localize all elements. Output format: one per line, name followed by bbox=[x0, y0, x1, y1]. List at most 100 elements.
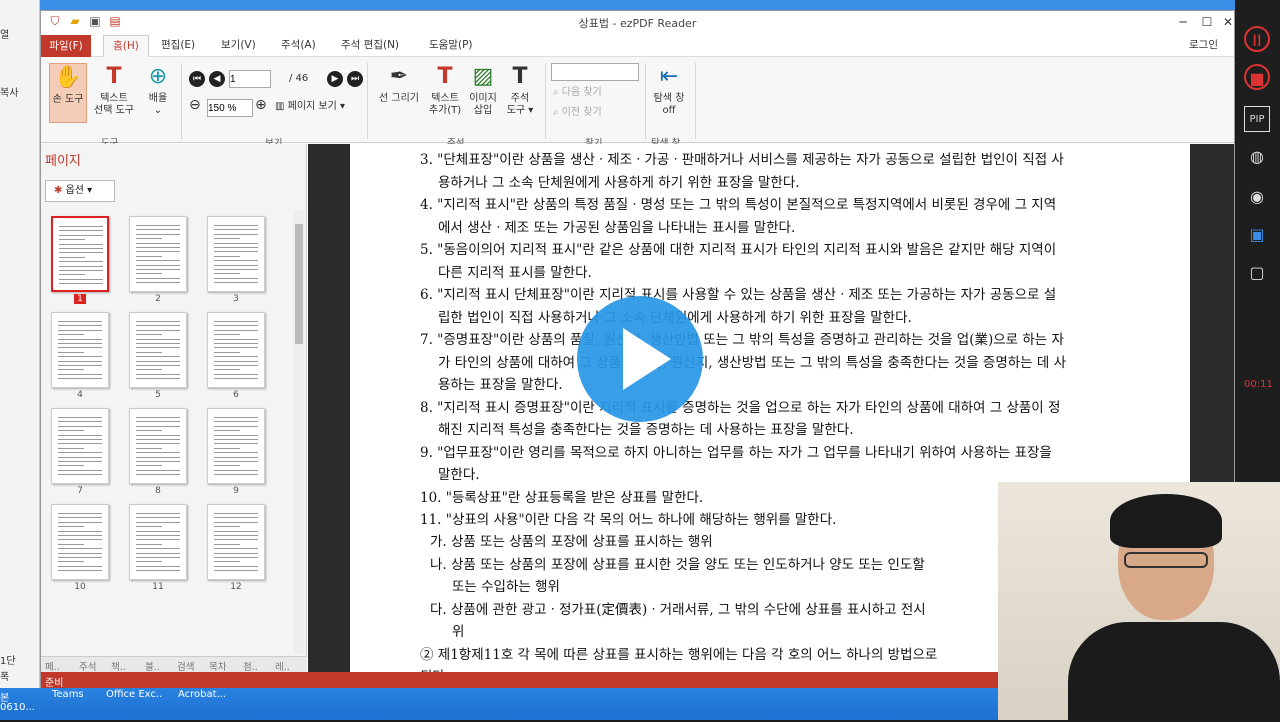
hand-icon: ✋ bbox=[54, 65, 82, 90]
drop-icon[interactable]: ◍ bbox=[1244, 144, 1270, 170]
last-page-icon[interactable]: ⏭ bbox=[347, 71, 363, 87]
tab-blocks[interactable]: 블.. bbox=[145, 659, 160, 673]
page-thumbnail[interactable] bbox=[129, 216, 187, 292]
ribbon: ✋ 손 도구 T 텍스트 선택 도구 ⊕ 배율⌄ 도구 ⏮ ◀ / 46 ▶ ⏭… bbox=[41, 57, 1234, 149]
document-text-line: 용하거나 그 소속 단체원에게 사용하게 하기 위한 표장을 말한다. bbox=[438, 175, 800, 191]
page-thumbnail-number: 5 bbox=[155, 390, 161, 400]
text-add-button[interactable]: T 텍스트 추가(T) bbox=[425, 63, 465, 117]
hand-tool-button[interactable]: ✋ 손 도구 bbox=[49, 63, 87, 123]
gear-icon: ✱ bbox=[54, 185, 63, 196]
pause-icon[interactable]: II bbox=[1244, 26, 1270, 52]
annot-tool-button[interactable]: T 주석 도구 ▾ bbox=[503, 63, 537, 117]
document-text-line: 7. "증명표장"이란 상품의 품질, 원산지, 생산방법 또는 그 밖의 특성… bbox=[420, 332, 1064, 348]
next-page-icon[interactable]: ▶ bbox=[327, 71, 343, 87]
nav-pane-off-button[interactable]: ⇤ 탐색 창 off bbox=[649, 63, 689, 117]
page-thumbnail[interactable] bbox=[129, 504, 187, 580]
tab-edit[interactable]: 편집(E) bbox=[161, 37, 195, 52]
page-thumbnail[interactable] bbox=[207, 216, 265, 292]
tab-annotation-edit[interactable]: 주석 편집(N) bbox=[341, 37, 399, 52]
eye-icon[interactable]: ◉ bbox=[1244, 184, 1270, 210]
page-thumbnail[interactable] bbox=[51, 312, 109, 388]
tab-home[interactable]: 홈(H) bbox=[103, 35, 149, 57]
page-thumbnail-number: 7 bbox=[77, 486, 83, 496]
page-number-input[interactable] bbox=[229, 70, 271, 88]
tab-view[interactable]: 보기(V) bbox=[221, 37, 256, 52]
image-insert-button[interactable]: ▨ 이미지 삽입 bbox=[467, 63, 499, 117]
page-thumbnail-number: 1 bbox=[74, 294, 86, 304]
page-thumbnail-number: 9 bbox=[233, 486, 239, 496]
document-text-line: 위 bbox=[452, 624, 465, 640]
tab-annotations[interactable]: 주석 bbox=[79, 659, 96, 673]
tab-toc[interactable]: 목차 bbox=[209, 659, 226, 673]
document-text-line: 다른 지리적 표시를 말한다. bbox=[438, 265, 592, 281]
window-title: 상표법 - ezPDF Reader bbox=[578, 17, 697, 30]
search-input[interactable] bbox=[551, 63, 639, 81]
page-thumbnail[interactable] bbox=[51, 504, 109, 580]
page-thumbnail[interactable] bbox=[129, 312, 187, 388]
thumbnail-list: 1 2 3 4 5 6 7 8 9 10 11 12 bbox=[41, 210, 291, 654]
tab-help[interactable]: 도움말(P) bbox=[429, 37, 473, 52]
stop-icon[interactable]: ■ bbox=[1244, 64, 1270, 90]
tab-annotation[interactable]: 주석(A) bbox=[281, 37, 316, 52]
page-thumbnail-number: 10 bbox=[74, 582, 86, 592]
page-thumbnail-number: 3 bbox=[233, 294, 239, 304]
webcam-overlay bbox=[998, 482, 1280, 722]
bg-text: 복사 bbox=[0, 88, 19, 99]
options-dropdown[interactable]: ✱ 옵션 ▾ bbox=[45, 180, 115, 202]
bg-text: 폭 bbox=[0, 672, 10, 683]
document-text-line: 4. "지리적 표시"란 상품의 특정 품질ㆍ명성 또는 그 밖의 특성이 본질… bbox=[420, 197, 1057, 213]
background-bar bbox=[40, 0, 1235, 10]
page-thumbnail[interactable] bbox=[51, 216, 109, 292]
zoom-value-input[interactable] bbox=[207, 99, 253, 117]
document-text-line: 5. "동음이의어 지리적 표시"란 같은 상품에 대한 지리적 표시가 타인의… bbox=[420, 242, 1057, 258]
zoom-button[interactable]: ⊕ 배율 ⌄ bbox=[141, 63, 175, 117]
tab-search[interactable]: 검색 bbox=[177, 659, 194, 673]
page-thumbnail-number: 8 bbox=[155, 486, 161, 496]
zoom-in-icon: ⊕ bbox=[148, 64, 168, 89]
text-select-button[interactable]: T 텍스트 선택 도구 bbox=[91, 63, 137, 117]
find-next-button[interactable]: ⌕ 다음 찾기 bbox=[553, 87, 602, 99]
page-thumbnail[interactable] bbox=[207, 504, 265, 580]
webcam-icon[interactable]: ▢ bbox=[1244, 260, 1270, 286]
page-thumbnail[interactable] bbox=[207, 312, 265, 388]
page-view-button[interactable]: ▥ 페이지 보기 ▾ bbox=[275, 101, 345, 113]
taskbar-item-excel[interactable]: Office Exc.. bbox=[106, 689, 162, 700]
taskbar-item-acrobat[interactable]: Acrobat... bbox=[178, 689, 226, 700]
bg-text: 1단 bbox=[0, 656, 16, 667]
page-thumbnail-number: 12 bbox=[230, 582, 242, 592]
document-text-line: 말한다. bbox=[438, 467, 480, 483]
title-bar: ⛉ ▰ ▣ ▤ 상표법 - ezPDF Reader ─ ☐ ✕ bbox=[41, 11, 1234, 33]
minimize-button[interactable]: ─ bbox=[1171, 13, 1195, 31]
tab-layers[interactable]: 레.. bbox=[275, 659, 290, 673]
screen-icon[interactable]: ▣ bbox=[1244, 222, 1270, 248]
document-text-line: 다. 상품에 관한 광고ㆍ정가표(定價表)ㆍ거래서류, 그 밖의 수단에 상표를… bbox=[430, 602, 926, 618]
thumbnail-scrollbar[interactable] bbox=[293, 210, 305, 654]
annot-tool-icon: T bbox=[512, 64, 528, 89]
page-thumbnail[interactable] bbox=[51, 408, 109, 484]
page-thumbnail[interactable] bbox=[207, 408, 265, 484]
nav-pane-icon: ⇤ bbox=[659, 64, 679, 89]
zoom-in-small-icon[interactable]: ⊕ bbox=[255, 98, 267, 112]
menu-file[interactable]: 파일(F) bbox=[41, 35, 91, 57]
page-thumbnail-number: 4 bbox=[77, 390, 83, 400]
login-link[interactable]: 로그인 bbox=[1189, 37, 1218, 52]
record-time: 00:11 bbox=[1244, 379, 1273, 390]
zoom-out-icon[interactable]: ⊖ bbox=[189, 98, 201, 112]
bg-text: 열 bbox=[0, 30, 10, 41]
document-text-line: 8. "지리적 표시 증명표장"이란 지리적 표시를 증명하는 것을 업으로 하… bbox=[420, 400, 1061, 416]
pip-icon[interactable]: PIP bbox=[1244, 106, 1270, 132]
page-total: / 46 bbox=[289, 73, 309, 84]
line-draw-button[interactable]: ✒ 선 그리기 bbox=[375, 63, 423, 105]
video-play-icon[interactable] bbox=[577, 296, 703, 422]
prev-page-icon[interactable]: ◀ bbox=[209, 71, 225, 87]
first-page-icon[interactable]: ⏮ bbox=[189, 71, 205, 87]
document-text-line: 11. "상표의 사용"이란 다음 각 목의 어느 하나에 해당하는 행위를 말… bbox=[420, 512, 837, 528]
text-add-icon: T bbox=[437, 64, 453, 89]
page-thumbnail[interactable] bbox=[129, 408, 187, 484]
taskbar-item-teams[interactable]: Teams bbox=[52, 689, 84, 700]
tab-pages[interactable]: 페.. bbox=[45, 659, 60, 673]
find-prev-button[interactable]: ⌕ 이전 찾기 bbox=[553, 107, 602, 119]
tab-bookmarks[interactable]: 책.. bbox=[111, 659, 126, 673]
presenter-glasses bbox=[1124, 552, 1208, 568]
tab-attachments[interactable]: 첨.. bbox=[243, 659, 258, 673]
